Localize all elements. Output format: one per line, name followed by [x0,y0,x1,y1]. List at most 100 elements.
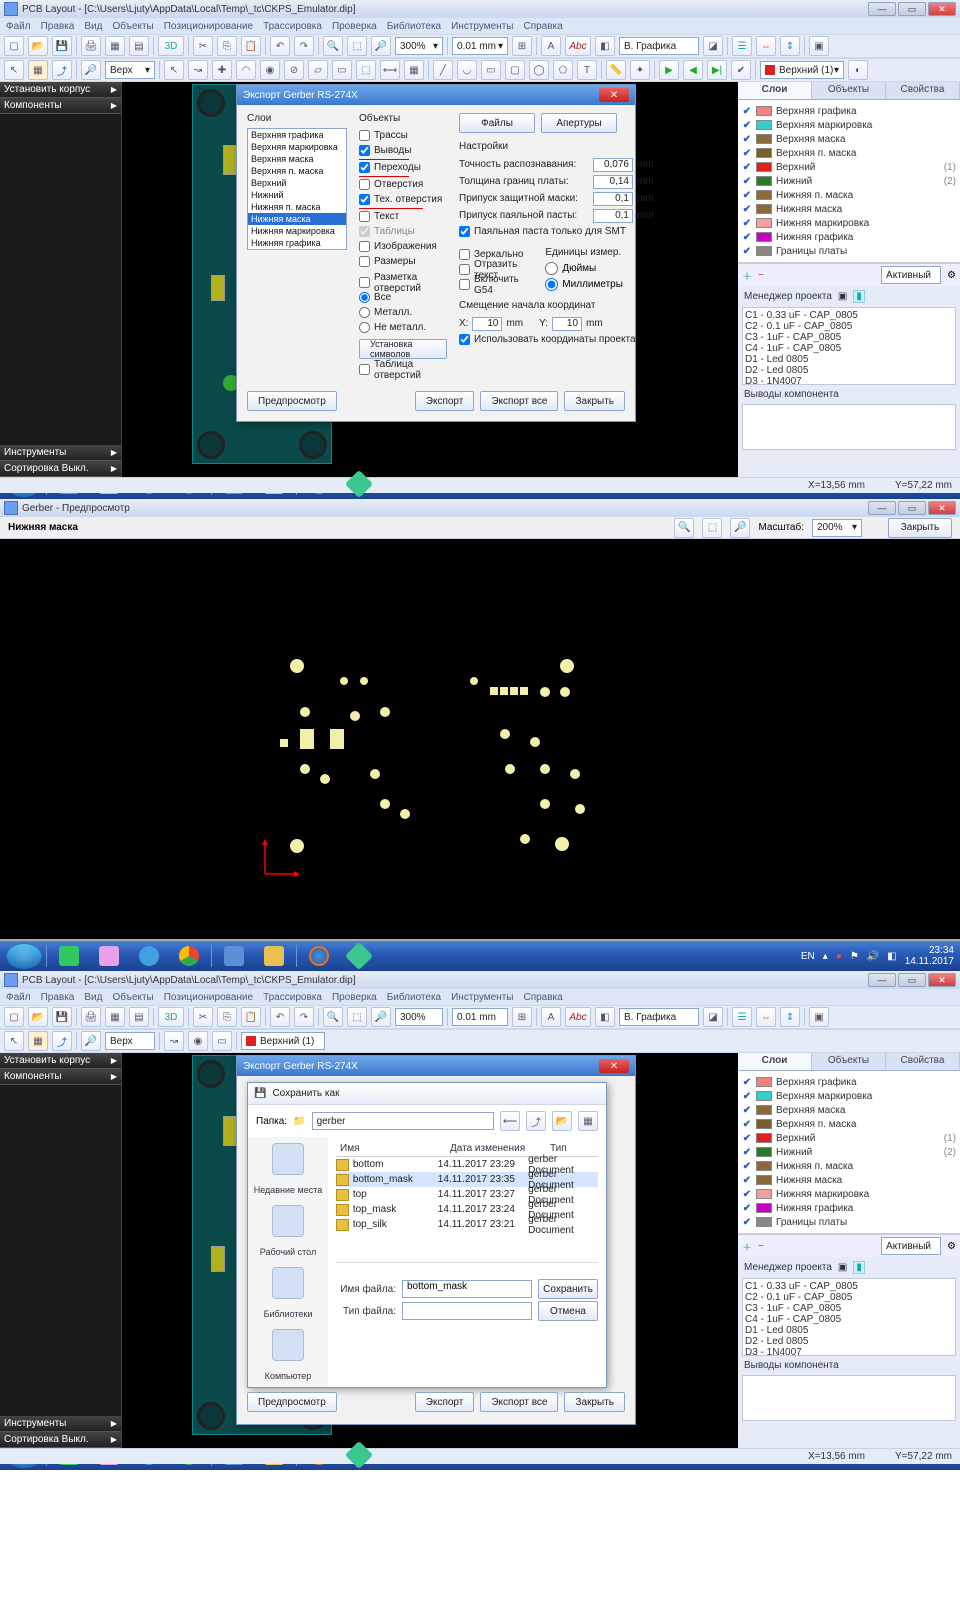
layer-row[interactable]: ✔Верхняя графика [742,1075,956,1089]
folder-combo[interactable]: gerber [312,1112,494,1130]
places-computer-icon[interactable] [272,1329,304,1361]
rrect-icon[interactable]: ▢ [505,60,525,80]
misc2-icon[interactable]: ⇔ [756,1007,776,1027]
component-item[interactable]: C1 - 0.33 uF - CAP_0805 [745,310,953,321]
zoom-win-icon[interactable]: ⬚ [347,1007,367,1027]
layer-list-item[interactable]: Верхняя маска [248,153,346,165]
chk-smt-only[interactable] [459,226,470,237]
layer-visible-check[interactable]: ✔ [742,1077,752,1087]
visibility-icon[interactable]: ◪ [703,1007,723,1027]
hole-icon[interactable]: ⊘ [284,60,304,80]
layer-toggle-icon[interactable]: ◐ [848,60,868,80]
font-icon[interactable]: A [541,36,561,56]
layer-color-swatch[interactable] [756,1161,772,1171]
proj-icon2[interactable]: ▮ [853,290,865,303]
layer-list-item[interactable]: Нижний [248,189,346,201]
layer-row[interactable]: ✔Верхняя маркировка [742,1089,956,1103]
settings-input[interactable]: 0,076 [593,158,633,172]
layers-listbox[interactable]: Верхняя графикаВерхняя маркировкаВерхняя… [247,128,347,250]
proj-icon[interactable]: ▣ [838,291,847,302]
tab-objects[interactable]: Объекты [812,1053,886,1070]
layer-visible-check[interactable]: ✔ [742,246,752,256]
panel-header[interactable]: Установить корпус▶ [0,1053,121,1069]
zoom-in-icon[interactable]: 🔍 [674,518,694,538]
col-name[interactable]: Имя [336,1141,446,1156]
component-item[interactable]: D1 - Led 0805 [745,354,953,365]
radio-mm[interactable] [545,278,558,291]
tbl-icon[interactable]: ▦ [404,60,424,80]
settings-input[interactable]: 0,1 [593,192,633,206]
preview-icon[interactable]: ▦ [105,1007,125,1027]
layer-row[interactable]: ✔Нижний(2) [742,174,956,188]
chk-dims[interactable] [359,256,370,267]
goto-icon[interactable]: ⤴ [52,1031,72,1051]
export-button[interactable]: Экспорт [415,391,475,411]
layer-del-icon[interactable]: − [758,1241,764,1252]
proj-icon[interactable]: ▣ [838,1262,847,1273]
route-icon[interactable]: ↝ [188,60,208,80]
tray-rec-icon[interactable]: ● [836,951,842,962]
layer-row[interactable]: ✔Нижняя графика [742,1201,956,1215]
component-item[interactable]: C3 - 1uF - CAP_0805 [745,332,953,343]
zoom-win-icon[interactable]: ⬚ [347,36,367,56]
component-item[interactable]: D3 - 1N4007 [745,376,953,385]
filename-input[interactable]: bottom_mask [402,1280,532,1298]
chk-use-proj-coords[interactable] [459,334,470,345]
menu-item[interactable]: Библиотека [387,21,441,32]
arc-icon[interactable]: ◡ [457,60,477,80]
menu-item[interactable]: Файл [6,21,31,32]
zoom-combo[interactable]: 300%▾ [395,37,443,55]
layer-color-swatch[interactable] [756,1217,772,1227]
misc2-icon[interactable]: ⇔ [756,36,776,56]
layer-row[interactable]: ✔Нижняя маркировка [742,216,956,230]
play-icon[interactable]: ▶ [659,60,679,80]
layer-mode-combo[interactable]: Активный [881,1237,941,1255]
component-item[interactable]: C4 - 1uF - CAP_0805 [745,343,953,354]
tb-icon[interactable] [91,944,127,968]
menu-item[interactable]: Вид [84,992,102,1003]
layer-visible-check[interactable]: ✔ [742,1161,752,1171]
layer-icon[interactable]: ◧ [595,1007,615,1027]
panel-header[interactable]: Компоненты▶ [0,1069,121,1085]
layer-row[interactable]: ✔Верхняя п. маска [742,1117,956,1131]
file-save-icon[interactable]: 💾 [52,36,72,56]
print-icon[interactable]: 🖨 [81,36,101,56]
zoom-in-icon[interactable]: 🔍 [323,1007,343,1027]
settings-input[interactable]: 0,14 [593,175,633,189]
tab-properties[interactable]: Свойства [886,82,960,99]
menu-item[interactable]: Инструменты [451,992,513,1003]
offset-y-input[interactable]: 10 [552,317,582,331]
redo-icon[interactable]: ↷ [294,36,314,56]
layer-color-swatch[interactable] [756,1119,772,1129]
text-label-icon[interactable]: Abc [565,36,591,56]
chk-text[interactable] [359,211,370,222]
tray-net-icon[interactable]: ⚑ [850,951,859,962]
layer-visible-check[interactable]: ✔ [742,162,752,172]
layer-color-swatch[interactable] [756,176,772,186]
layer-visible-check[interactable]: ✔ [742,176,752,186]
layer-visible-check[interactable]: ✔ [742,1105,752,1115]
3d-button[interactable]: 3D [158,1007,184,1027]
minimize-button[interactable]: — [868,501,896,515]
component-item[interactable]: D2 - Led 0805 [745,1336,953,1347]
component-item[interactable]: D2 - Led 0805 [745,365,953,376]
text-icon[interactable]: T [577,60,597,80]
step-icon[interactable]: ▶| [707,60,727,80]
tray-icon[interactable]: ◧ [887,951,896,962]
menu-item[interactable]: Объекты [112,992,153,1003]
tb-app-icon[interactable] [341,944,377,968]
file-row[interactable]: top_silk14.11.2017 23:21gerber Document [336,1217,598,1232]
3d-button[interactable]: 3D [158,36,184,56]
settings-input[interactable]: 0,1 [593,209,633,223]
layer-visible-check[interactable]: ✔ [742,218,752,228]
layer-list-item[interactable]: Верхняя маркировка [248,141,346,153]
close-button[interactable]: ✕ [928,501,956,515]
dialog-close-button[interactable]: ✕ [599,88,629,102]
visibility-icon[interactable]: ◪ [703,36,723,56]
layer-visible-check[interactable]: ✔ [742,1133,752,1143]
component-item[interactable]: D1 - Led 0805 [745,1325,953,1336]
goto-icon[interactable]: ⤴ [52,60,72,80]
component-item[interactable]: D3 - 1N4007 [745,1347,953,1356]
check-icon[interactable]: ✔ [731,60,751,80]
layer-visible-check[interactable]: ✔ [742,1217,752,1227]
